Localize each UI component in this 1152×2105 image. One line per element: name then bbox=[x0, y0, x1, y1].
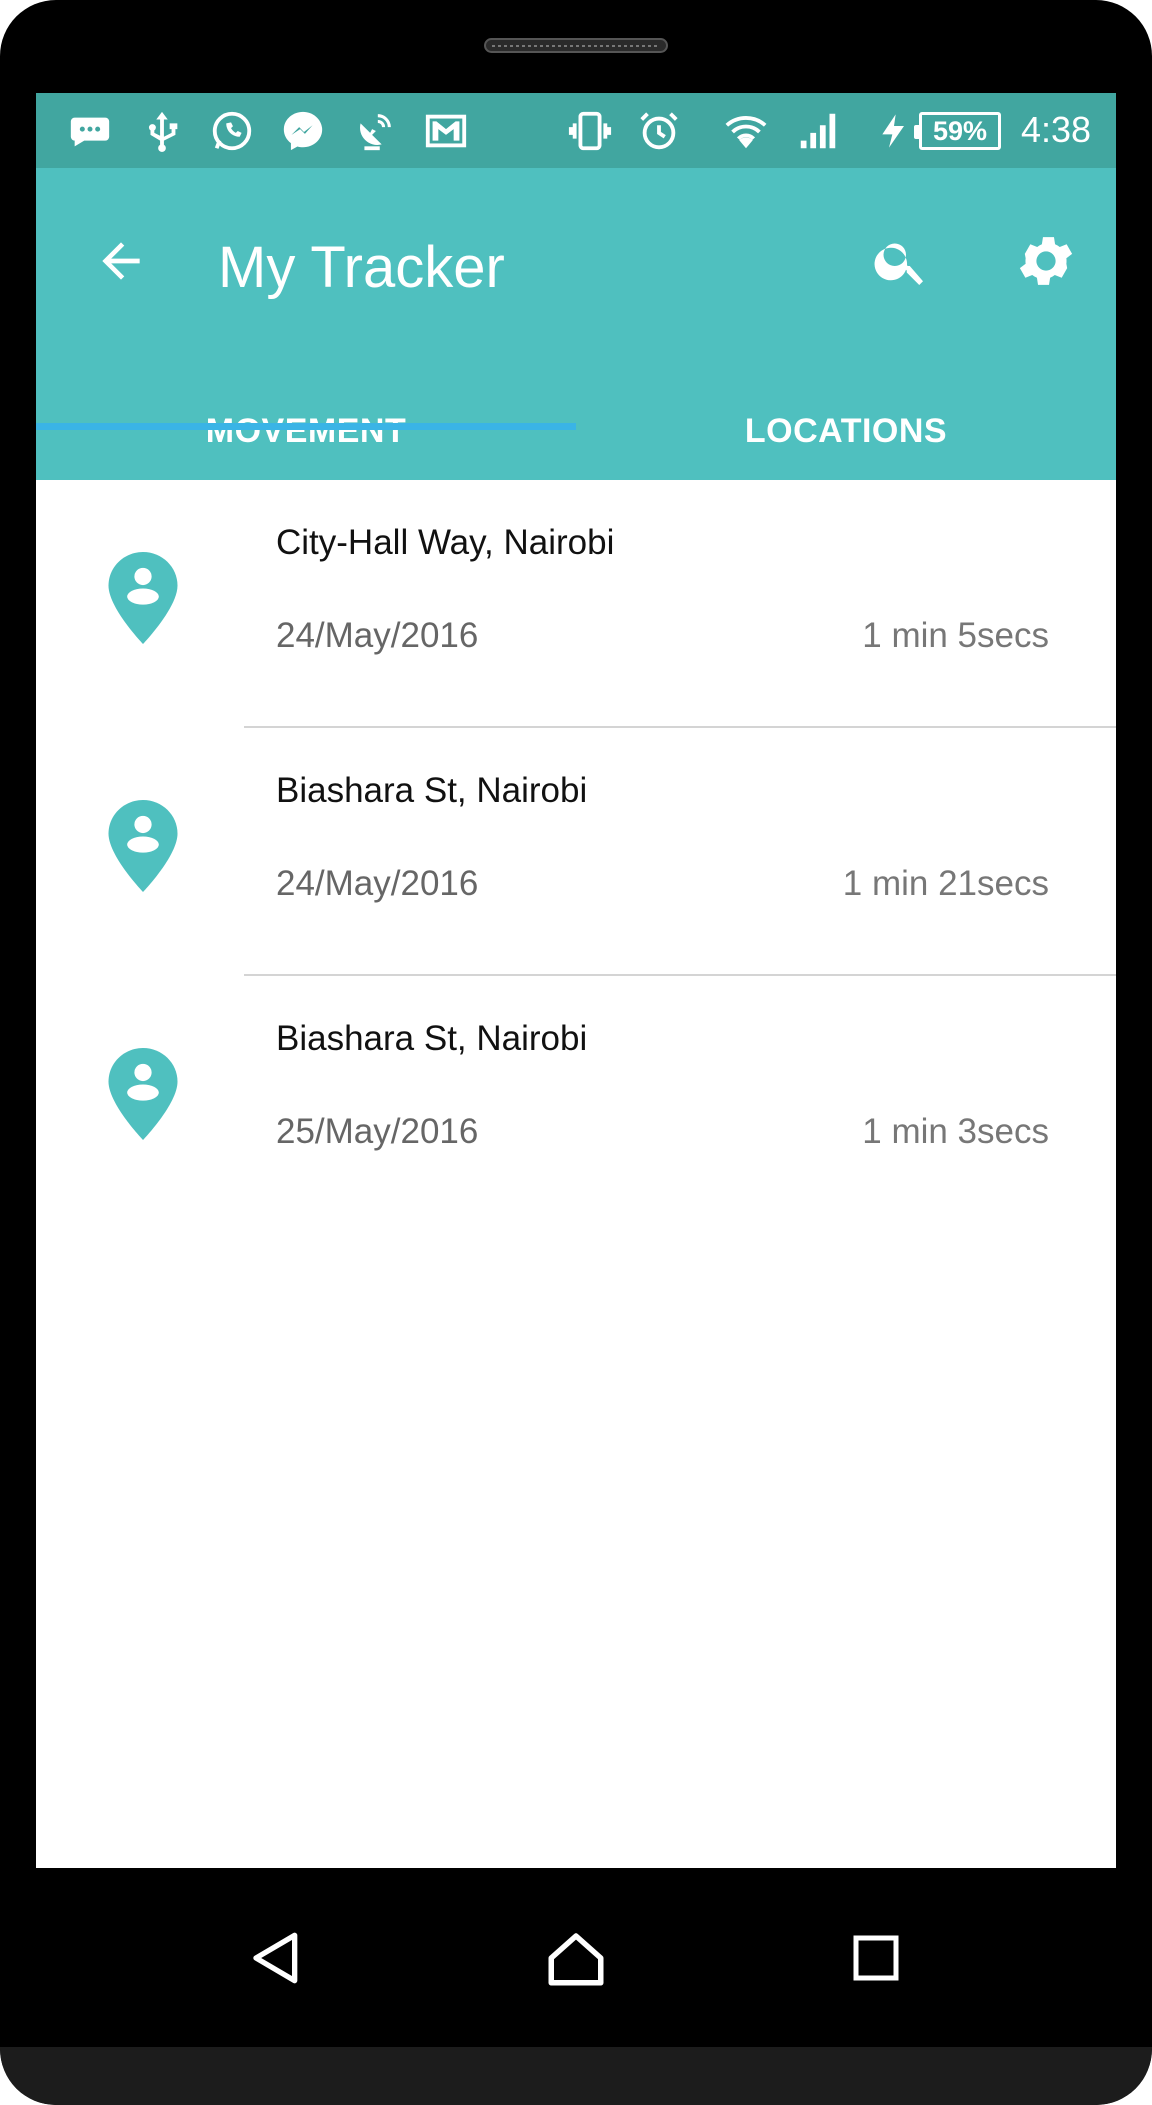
app-title: My Tracker bbox=[218, 235, 505, 300]
status-clock: 4:38 bbox=[1021, 109, 1092, 150]
message-icon bbox=[64, 107, 116, 155]
back-nav-icon bbox=[253, 1932, 298, 1984]
status-bar: 59% 4:38 bbox=[36, 93, 1116, 168]
movement-duration: 1 min 3secs bbox=[862, 1112, 1049, 1151]
usb-icon bbox=[136, 107, 188, 155]
movement-date: 25/May/2016 bbox=[276, 1112, 479, 1151]
messenger-icon bbox=[277, 107, 329, 155]
list-item[interactable]: City-Hall Way, Nairobi 24/May/2016 1 min… bbox=[36, 480, 1116, 728]
wifi-icon bbox=[720, 107, 772, 155]
whatsapp-icon bbox=[206, 107, 258, 155]
location-name: City-Hall Way, Nairobi bbox=[276, 523, 615, 562]
satellite-icon bbox=[348, 107, 400, 155]
tab-locations[interactable]: LOCATIONS bbox=[576, 383, 1116, 480]
nav-back-button[interactable] bbox=[236, 1918, 316, 1998]
movement-duration: 1 min 21secs bbox=[842, 864, 1049, 903]
search-button[interactable] bbox=[866, 226, 936, 296]
charging-icon bbox=[874, 107, 914, 155]
phone-speaker bbox=[484, 38, 668, 53]
home-nav-icon bbox=[548, 1933, 604, 1986]
back-button[interactable] bbox=[86, 226, 156, 296]
list-item[interactable]: Biashara St, Nairobi 25/May/2016 1 min 3… bbox=[36, 976, 1116, 1224]
recents-nav-icon bbox=[853, 1935, 899, 1981]
nav-home-button[interactable] bbox=[536, 1918, 616, 1998]
phone-bottom-edge bbox=[0, 2047, 1152, 2105]
alarm-icon bbox=[633, 107, 685, 155]
search-icon bbox=[874, 243, 923, 285]
screen: 59% 4:38 My Tracker MOVEMENT LOCATIONS C… bbox=[36, 93, 1116, 1868]
battery-icon: 59% bbox=[914, 112, 1001, 150]
battery-percent: 59% bbox=[932, 115, 988, 146]
movement-duration: 1 min 5secs bbox=[862, 616, 1049, 655]
movement-date: 24/May/2016 bbox=[276, 864, 479, 903]
tab-selected-indicator bbox=[36, 423, 576, 430]
settings-button[interactable] bbox=[1011, 226, 1081, 296]
location-name: Biashara St, Nairobi bbox=[276, 1019, 588, 1058]
tab-movement[interactable]: MOVEMENT bbox=[36, 383, 576, 480]
list-item[interactable]: Biashara St, Nairobi 24/May/2016 1 min 2… bbox=[36, 728, 1116, 976]
movement-date: 24/May/2016 bbox=[276, 616, 479, 655]
tab-bar: MOVEMENT LOCATIONS bbox=[36, 383, 1116, 480]
movement-list: City-Hall Way, Nairobi 24/May/2016 1 min… bbox=[36, 480, 1116, 1224]
phone-frame: 59% 4:38 My Tracker MOVEMENT LOCATIONS C… bbox=[0, 0, 1152, 2105]
location-pin-icon bbox=[108, 1048, 178, 1140]
nav-recents-button[interactable] bbox=[836, 1918, 916, 1998]
gear-icon bbox=[1019, 237, 1073, 285]
location-pin-icon bbox=[108, 552, 178, 644]
arrow-left-icon bbox=[102, 242, 140, 280]
vibrate-icon bbox=[564, 107, 616, 155]
navigation-bar bbox=[0, 1868, 1152, 2047]
location-pin-icon bbox=[108, 800, 178, 892]
gmail-icon bbox=[420, 107, 472, 155]
location-name: Biashara St, Nairobi bbox=[276, 771, 588, 810]
signal-icon bbox=[792, 107, 844, 155]
app-bar: My Tracker MOVEMENT LOCATIONS bbox=[36, 168, 1116, 480]
